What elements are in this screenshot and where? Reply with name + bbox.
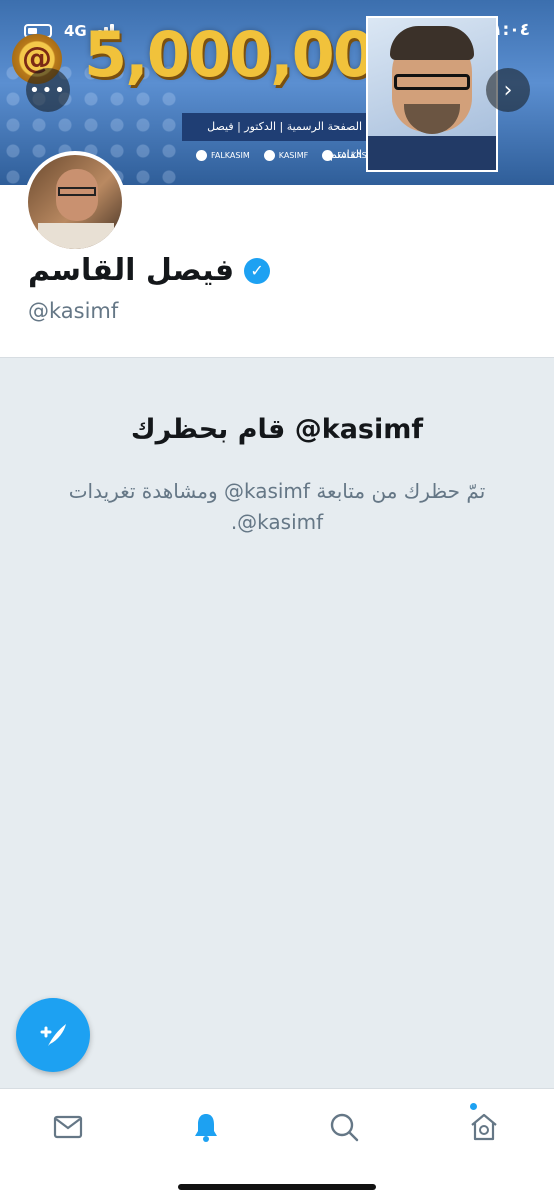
banner-social-links: FALKASIM KASIMF FALKASIM	[196, 150, 376, 161]
search-icon	[330, 1113, 359, 1142]
twitter-icon	[263, 150, 275, 161]
tab-home[interactable]	[464, 1107, 504, 1147]
profile-header: فيصل القاسم ✓ @kasimf	[0, 151, 554, 358]
tab-messages[interactable]	[48, 1107, 88, 1147]
blocked-title: kasimf@ قام بحظرك	[130, 414, 424, 445]
mail-icon	[53, 1115, 83, 1139]
chevron-right-icon: ›	[503, 77, 513, 103]
verified-badge-icon: ✓	[244, 257, 271, 284]
facebook-icon	[196, 150, 207, 161]
home-icon	[471, 1113, 497, 1141]
blocked-description: تمّ حظرك من متابعة kasimf@ ومشاهدة تغريد…	[68, 479, 486, 534]
name-row: فيصل القاسم ✓	[28, 253, 271, 288]
banner-portrait	[366, 16, 498, 172]
avatar[interactable]	[24, 151, 126, 253]
ellipsis-icon: •••	[29, 79, 67, 101]
user-handle: @kasimf	[28, 299, 119, 323]
next-button[interactable]: ›	[486, 68, 530, 112]
tab-notifications[interactable]	[186, 1107, 226, 1147]
compose-tweet-button[interactable]	[16, 998, 90, 1072]
instagram-icon	[322, 150, 334, 161]
home-indicator[interactable]	[178, 1184, 376, 1190]
display-name: فيصل القاسم	[28, 253, 235, 288]
compose-feather-icon	[40, 1024, 66, 1046]
social-item: KASIMF	[263, 150, 308, 161]
bell-icon	[195, 1114, 217, 1142]
more-options-button[interactable]: •••	[26, 68, 70, 112]
tab-search[interactable]	[324, 1107, 364, 1147]
blocked-notice: kasimf@ قام بحظرك تمّ حظرك من متابعة kas…	[0, 358, 554, 1088]
social-item: FALKASIM	[196, 150, 250, 161]
banner-ribbon: الصفحة الرسمية | الدكتور | فيصل القاسم	[182, 113, 370, 161]
